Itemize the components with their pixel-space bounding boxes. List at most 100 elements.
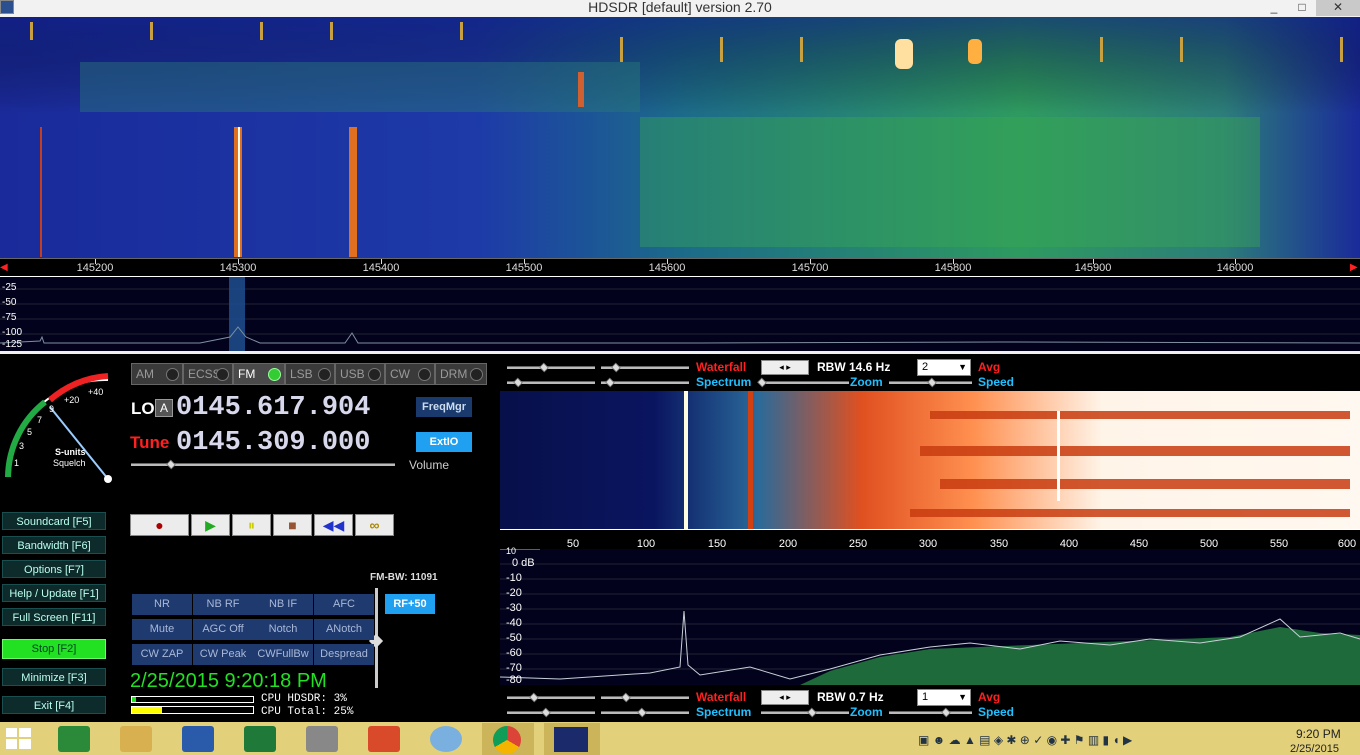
paint-icon[interactable] [430,726,462,752]
mode-fm-button[interactable]: FM [233,363,285,385]
tune-frequency[interactable]: 0145.309.000 [176,428,370,458]
freq-label: 145300 [219,262,257,274]
lo-frequency[interactable]: 0145.617.904 [176,393,370,423]
mode-label: AM [136,367,154,381]
volume-label: Volume [409,458,450,472]
lo-badge[interactable]: A [155,399,174,417]
pause-button[interactable]: ⏸ [232,514,271,536]
soundcard-button[interactable]: Soundcard [F5] [2,512,106,530]
freqmgr-button[interactable]: FreqMgr [416,397,472,417]
file-explorer-icon[interactable] [120,726,152,752]
af-wf-brightness-slider[interactable] [601,692,689,703]
scroll-left-icon[interactable]: ◀ [0,262,8,273]
afc-button[interactable]: AFC [314,594,374,615]
app-icon[interactable] [0,0,14,14]
clock-date[interactable]: 2/25/2015 [1290,743,1339,755]
wf-brightness-slider[interactable] [601,362,689,373]
exit-button[interactable]: Exit [F4] [2,696,106,714]
sp-contrast-slider[interactable] [507,377,595,388]
rf-gain-button[interactable]: RF+50 [385,594,435,614]
wf-contrast-slider[interactable] [507,362,595,373]
led-icon [418,368,431,381]
mode-usb-button[interactable]: USB [335,363,385,385]
title-bar: HDSDR [default] version 2.70 [0,0,1360,17]
tray-icon[interactable]: ▣ ☻ ☁ ▲ ▤ ◈ ✱ ⊕ ✓ ◉ ✚ ⚑ ▥ ▮ ◖ ▶ [918,733,1132,747]
cw-fullbw-button[interactable]: CWFullBw [253,644,313,665]
led-icon [470,368,483,381]
hdsdr-taskbar-item[interactable] [544,723,600,755]
record-button[interactable]: ● [130,514,189,536]
avg-select[interactable]: 2 ▼ [917,359,971,376]
clock-time[interactable]: 9:20 PM [1296,727,1341,741]
calculator-icon[interactable] [58,726,90,752]
volume-slider[interactable] [131,459,395,470]
freq-label: 145200 [76,262,114,274]
cw-peak-button[interactable]: CW Peak [193,644,253,665]
options-button[interactable]: Options [F7] [2,560,106,578]
nb-if-button[interactable]: NB IF [253,594,313,615]
mode-am-button[interactable]: AM [131,363,183,385]
af-db-label: -60 [506,647,522,659]
stop-playback-button[interactable]: ■ [273,514,312,536]
af-speed-label: Speed [978,705,1015,719]
agc-button[interactable]: AGC Off [193,619,253,640]
extio-button[interactable]: ExtIO [416,432,472,452]
mode-label: CW [390,367,410,381]
rewind-button[interactable]: ◀◀ [314,514,353,536]
mode-lsb-button[interactable]: LSB [285,363,335,385]
freq-label: 145400 [362,262,400,274]
af-zoom-slider[interactable] [761,707,849,718]
full-screen-button[interactable]: Full Screen [F11] [2,608,106,626]
windows-start-icon[interactable] [6,728,32,750]
rf-zoom-slider[interactable] [757,377,849,388]
bandwidth-button[interactable]: Bandwidth [F6] [2,536,106,554]
chrome-taskbar-item[interactable] [482,723,534,755]
nb-rf-button[interactable]: NB RF [193,594,253,615]
nr-button[interactable]: NR [132,594,192,615]
sp-brightness-slider[interactable] [601,377,689,388]
minimize-button[interactable]: _ [1260,0,1288,16]
af-spectrum[interactable]: 10 0 dB -10 -20 -30 -40 -50 -60 -70 -80 [500,546,1360,686]
freq-label: 145800 [934,262,972,274]
despread-button[interactable]: Despread [314,644,374,665]
notch-button[interactable]: Notch [253,619,313,640]
close-button[interactable]: ✕ [1316,0,1360,16]
mode-ecss-button[interactable]: ECSS [183,363,233,385]
stop-button[interactable]: Stop [F2] [2,639,106,659]
af-speed-slider[interactable] [889,707,972,718]
mode-drm-button[interactable]: DRM [435,363,487,385]
af-spectrum-label: Spectrum [696,705,752,719]
help-update-button[interactable]: Help / Update [F1] [2,584,106,602]
system-tray[interactable]: ▣ ☻ ☁ ▲ ▤ ◈ ✱ ⊕ ✓ ◉ ✚ ⚑ ▥ ▮ ◖ ▶ [918,733,1218,749]
rf-spectrum[interactable]: -25 -50 -75 -100 -125 [0,277,1360,354]
mute-button[interactable]: Mute [132,619,192,640]
minimize-app-button[interactable]: Minimize [F3] [2,668,106,686]
frequency-axis[interactable]: ◀ ▶ 145200 145300 145400 145500 145600 1… [0,258,1360,277]
af-frequency-axis: 50 100 150 200 250 300 350 400 450 500 5… [500,529,1360,550]
scroll-right-icon[interactable]: ▶ [1350,262,1358,273]
af-rbw-stepper[interactable]: ◂ ▸ [761,690,809,705]
powerpoint-icon[interactable] [368,726,400,752]
af-wf-contrast-slider[interactable] [507,692,595,703]
loop-button[interactable]: ∞ [355,514,394,536]
anotch-button[interactable]: ANotch [314,619,374,640]
cpu-total-label: CPU Total: 25% [261,706,354,718]
af-sp-brightness-slider[interactable] [601,707,689,718]
af-avg-select[interactable]: 1 ▼ [917,689,971,706]
freq-label: 145700 [791,262,829,274]
mode-cw-button[interactable]: CW [385,363,435,385]
s-meter[interactable] [0,372,125,487]
app-grid-icon[interactable] [306,726,338,752]
af-waterfall[interactable] [500,391,1360,529]
cpu-hdsdr-bar [131,696,254,703]
af-sp-contrast-slider[interactable] [507,707,595,718]
rf-speed-slider[interactable] [889,377,972,388]
rbw-stepper[interactable]: ◂ ▸ [761,360,809,375]
excel-icon[interactable] [244,726,276,752]
rf-waterfall[interactable] [0,17,1360,258]
maximize-button[interactable]: □ [1288,0,1316,16]
cw-zap-button[interactable]: CW ZAP [132,644,192,665]
af-avg-label: Avg [978,690,1001,704]
play-button[interactable]: ▶ [191,514,230,536]
word-icon[interactable] [182,726,214,752]
